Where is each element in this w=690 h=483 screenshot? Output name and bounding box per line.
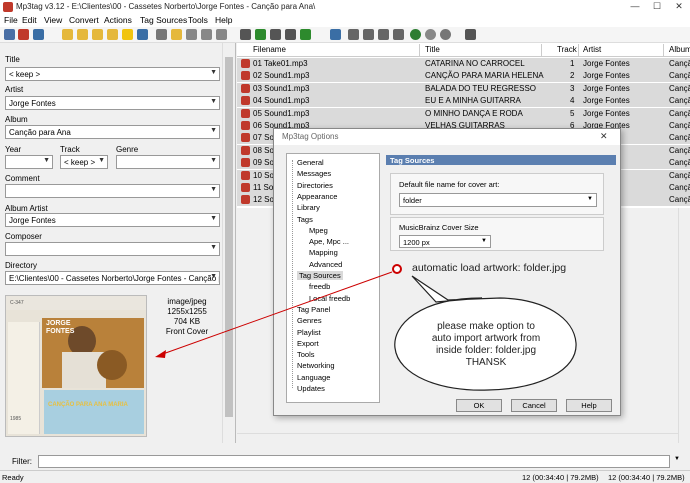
chevron-down-icon[interactable]: ▼ [674,456,680,462]
bubble-line-4: THANSK [465,357,507,368]
list-hscrollbar[interactable] [237,433,678,443]
status-selected: 12 (00:34:40 | 79.2MB) [522,473,599,482]
filter-input[interactable] [38,455,670,468]
annotation-radio-icon [392,264,402,274]
annotation-arrow-line [159,271,393,356]
annotation-arrow-head [155,350,166,358]
filter-label: Filter: [12,457,32,466]
status-ready: Ready [2,473,24,482]
filter-bar: Filter: ▼ [0,452,690,470]
bubble-line-2: auto import artwork from [431,333,541,344]
bubble-line-1: please make option to [437,321,535,332]
list-scrollbar[interactable] [678,208,690,443]
status-total: 12 (00:34:40 | 79.2MB) [608,473,685,482]
status-bar: Ready 12 (00:34:40 | 79.2MB) 12 (00:34:4… [0,470,690,483]
bubble-text: please make option to auto import artwor… [404,321,568,369]
bubble-line-3: inside folder: folder.jpg [435,345,537,356]
annotation-radio-text: automatic load artwork: folder.jpg [412,262,567,274]
annotation-overlay [155,271,577,391]
